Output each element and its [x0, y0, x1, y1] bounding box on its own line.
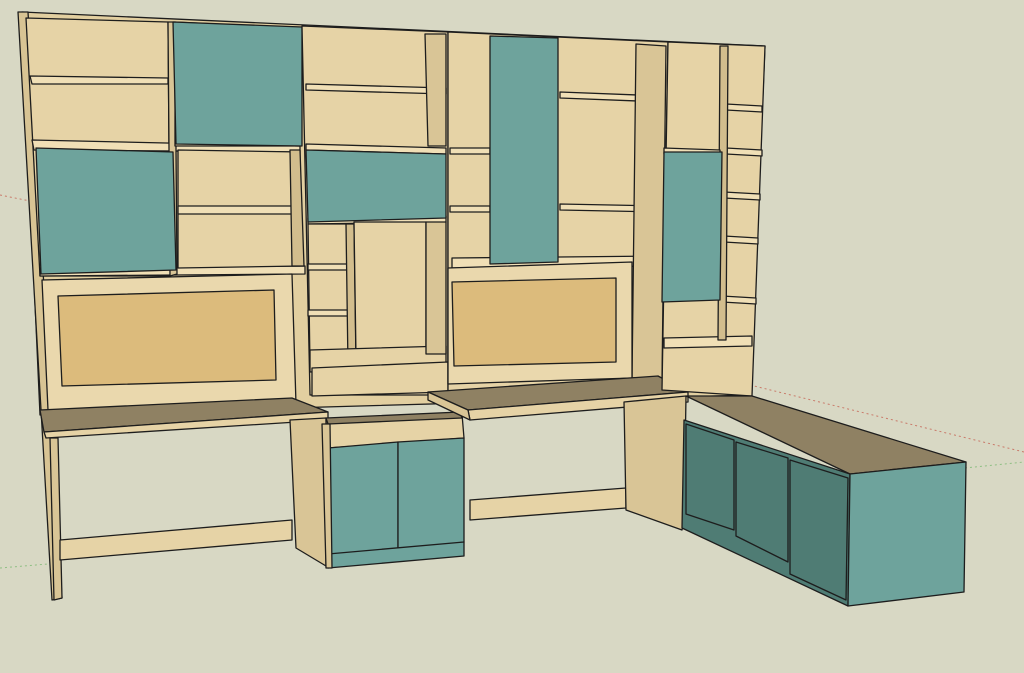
desk-left [39, 397, 329, 601]
furniture-model-drawing [0, 11, 1024, 607]
corkboard-left [41, 273, 297, 411]
desk-right [427, 375, 689, 531]
storage-bench [681, 395, 967, 607]
cabinet-door-upper-left [35, 147, 177, 275]
corkboard-right [447, 261, 633, 385]
cabinet-door-upper-right [172, 21, 303, 147]
sketchup-viewport[interactable] [0, 0, 1024, 669]
cabinet-door-right-column [661, 151, 723, 303]
cabinet-door-tall-middle [489, 35, 559, 265]
drawer-front-middle [305, 149, 447, 223]
